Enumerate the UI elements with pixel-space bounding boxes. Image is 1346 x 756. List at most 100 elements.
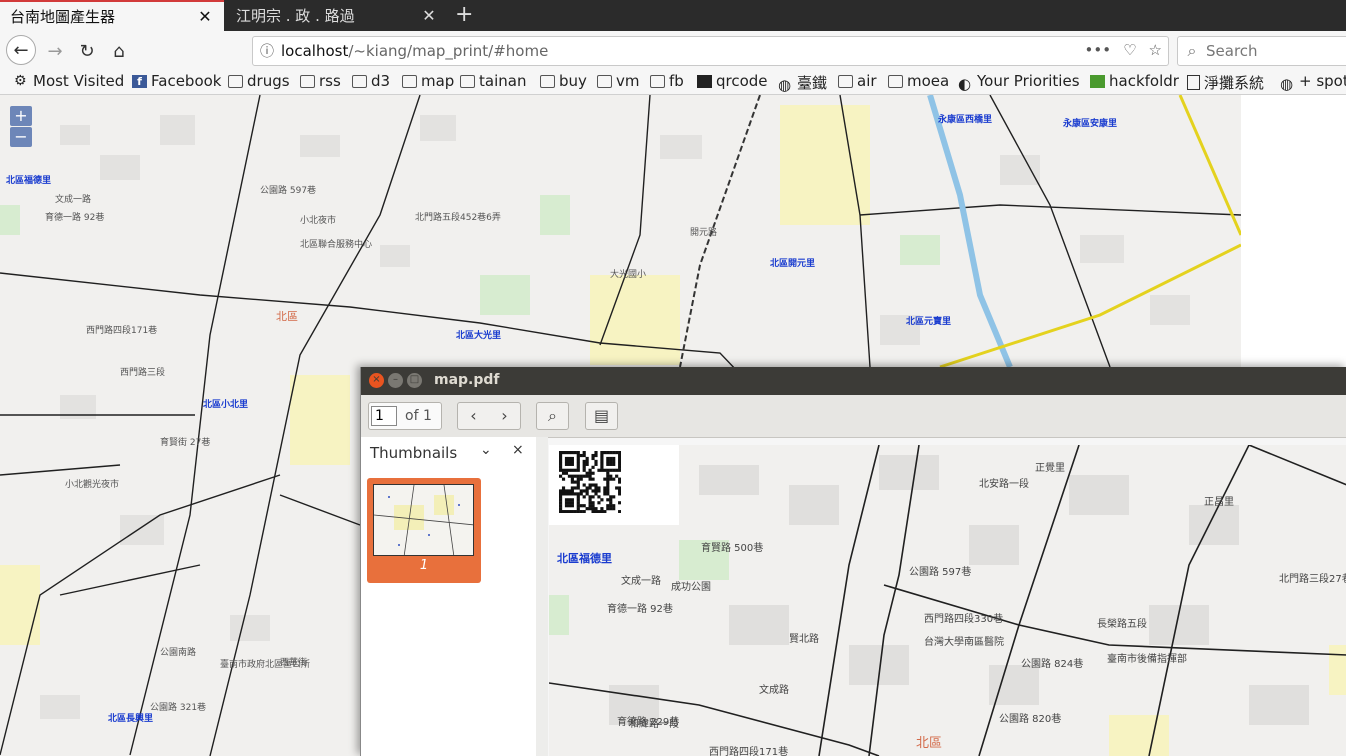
folder-icon: [460, 74, 475, 88]
map-label-district: 北區: [276, 310, 298, 323]
map-blank-area: [1241, 95, 1346, 367]
tab-bar: 台南地圖產生器 ✕ 江明宗 . 政 . 路過 ✕ +: [0, 0, 1346, 31]
pocket-icon[interactable]: ♡: [1123, 41, 1136, 59]
back-button[interactable]: ←: [6, 35, 36, 65]
bookmark-drugs[interactable]: drugs: [228, 72, 290, 90]
pdf-label-road: 北安路一段: [979, 479, 1029, 490]
map-label-village: 北區小北里: [203, 400, 249, 410]
bookmark-label: 臺鐵: [797, 74, 828, 92]
bookmark-tainan[interactable]: tainan: [460, 72, 526, 90]
bookmark-label: vm: [616, 72, 640, 90]
bookmark-moea[interactable]: moea: [888, 72, 949, 90]
bookmark-d3[interactable]: d3: [352, 72, 390, 90]
bookmarks-toolbar: ⚙ Most Visited f Facebook drugs rss d3 map…: [0, 71, 1346, 95]
bookmark-your-priorities[interactable]: ◐ Your Priorities: [958, 72, 1080, 93]
tab-blog[interactable]: 江明宗 . 政 . 路過 ✕: [226, 0, 448, 31]
bookmark-map[interactable]: map: [402, 72, 454, 90]
search-icon[interactable]: ⌕: [537, 403, 568, 429]
url-path: /~kiang/map_print/#home: [348, 42, 549, 60]
window-titlebar[interactable]: × – □ map.pdf: [361, 367, 1346, 395]
zoom-in-button[interactable]: +: [10, 106, 32, 126]
site-info-icon[interactable]: ⓘ: [253, 41, 281, 61]
thumbnail-page-number: 1: [419, 558, 429, 573]
gear-icon: ⚙: [14, 72, 27, 89]
qrcode-icon: [697, 74, 712, 88]
zoom-out-button[interactable]: −: [10, 127, 32, 147]
map-label-road: 公園路 597巷: [260, 186, 317, 196]
page-navigator: 1 of 1: [368, 402, 442, 430]
map-label-village: 北區大光里: [456, 331, 502, 341]
bookmark-rss[interactable]: rss: [300, 72, 341, 90]
window-maximize-button[interactable]: □: [407, 373, 422, 388]
pdf-label-road: 成功公園: [671, 582, 711, 593]
sidebar-scrollbar[interactable]: [536, 437, 548, 756]
hackfoldr-icon: [1090, 74, 1105, 88]
bookmark-star-icon[interactable]: ☆: [1149, 41, 1162, 59]
pdf-page: 北區福德里 北區 育德一路 92巷 文成一路 公園路 597巷 育賢路 500巷…: [549, 445, 1346, 756]
page-thumbnail[interactable]: 1: [367, 478, 481, 583]
map-label-road: 育賢街 27巷: [160, 438, 211, 448]
priorities-icon: ◐: [958, 74, 972, 93]
annotations-group: ▤: [585, 402, 618, 430]
folder-icon: [838, 74, 853, 88]
previous-page-button[interactable]: ‹: [458, 403, 489, 429]
close-tab-icon[interactable]: ✕: [196, 7, 214, 26]
find-group: ⌕: [536, 402, 569, 430]
bookmark-spotlight[interactable]: ◍ + spotlight: [1280, 72, 1346, 93]
reload-button[interactable]: ↻: [72, 37, 102, 65]
page-actions-icon[interactable]: •••: [1085, 41, 1112, 59]
pdf-label-road: 北門路三段27巷: [1279, 574, 1346, 585]
url-bar[interactable]: ⓘ localhost/~kiang/map_print/#home ••• ♡…: [252, 36, 1169, 66]
bookmark-beach-cleanup[interactable]: 淨攤系統: [1187, 72, 1264, 93]
close-tab-icon[interactable]: ✕: [420, 6, 438, 25]
pdf-label-road: 育德路 229巷: [617, 717, 680, 728]
folder-icon: [650, 74, 665, 88]
tab-map-generator[interactable]: 台南地圖產生器 ✕: [0, 0, 224, 31]
map-label-road: 臺南市政府北區區公所: [220, 660, 311, 670]
bookmark-vm[interactable]: vm: [597, 72, 640, 90]
document-icon: [1187, 75, 1200, 90]
bookmark-fb[interactable]: fb: [650, 72, 684, 90]
bookmark-buy[interactable]: buy: [540, 72, 587, 90]
bookmark-air[interactable]: air: [838, 72, 877, 90]
bookmark-facebook[interactable]: f Facebook: [132, 72, 221, 90]
folder-icon: [402, 74, 417, 88]
search-input[interactable]: ⌕ Search: [1177, 36, 1346, 66]
pdf-label-road: 文成路: [759, 685, 789, 696]
home-button[interactable]: ⌂: [104, 37, 134, 65]
bookmark-qrcode[interactable]: qrcode: [697, 72, 768, 90]
forward-button[interactable]: →: [40, 37, 70, 65]
annotations-icon[interactable]: ▤: [586, 403, 617, 429]
window-title: map.pdf: [434, 372, 500, 388]
map-label-road: 大光國小: [610, 270, 647, 280]
map-label-village: 永康區安康里: [1063, 119, 1118, 129]
window-minimize-button[interactable]: –: [388, 373, 403, 388]
globe-icon: ◍: [778, 76, 792, 94]
tab-title: 江明宗 . 政 . 路過: [236, 7, 355, 25]
close-icon[interactable]: ×: [512, 442, 524, 458]
pdf-label-road: 賢北路: [789, 634, 819, 645]
bookmark-label: Facebook: [151, 72, 222, 90]
next-page-button[interactable]: ›: [489, 403, 520, 429]
folder-icon: [888, 74, 903, 88]
page-number-input[interactable]: 1: [371, 406, 397, 426]
bookmark-label: Most Visited: [33, 72, 125, 90]
bookmark-hackfoldr[interactable]: hackfoldr: [1090, 72, 1179, 90]
folder-icon: [228, 74, 243, 88]
pdf-label-road: 西門路四段330巷: [924, 614, 1004, 625]
bookmark-label: map: [421, 72, 455, 90]
bookmark-most-visited[interactable]: ⚙ Most Visited: [14, 72, 124, 90]
map-label-village: 北區長興里: [108, 714, 154, 724]
bookmark-label: qrcode: [716, 72, 768, 90]
tab-title: 台南地圖產生器: [10, 8, 116, 26]
search-placeholder: Search: [1206, 42, 1258, 60]
window-close-button[interactable]: ×: [369, 373, 384, 388]
bookmark-label: Your Priorities: [977, 72, 1080, 90]
search-icon: ⌕: [1187, 41, 1197, 60]
pdf-label-road: 長榮路五段: [1097, 619, 1147, 630]
new-tab-button[interactable]: +: [455, 3, 473, 27]
pdf-label-road: 公園路 820巷: [999, 714, 1062, 725]
chevron-down-icon[interactable]: ⌄: [480, 442, 492, 458]
map-label-road: 育德一路 92巷: [45, 213, 105, 223]
bookmark-railway[interactable]: ◍ 臺鐵: [778, 72, 828, 94]
